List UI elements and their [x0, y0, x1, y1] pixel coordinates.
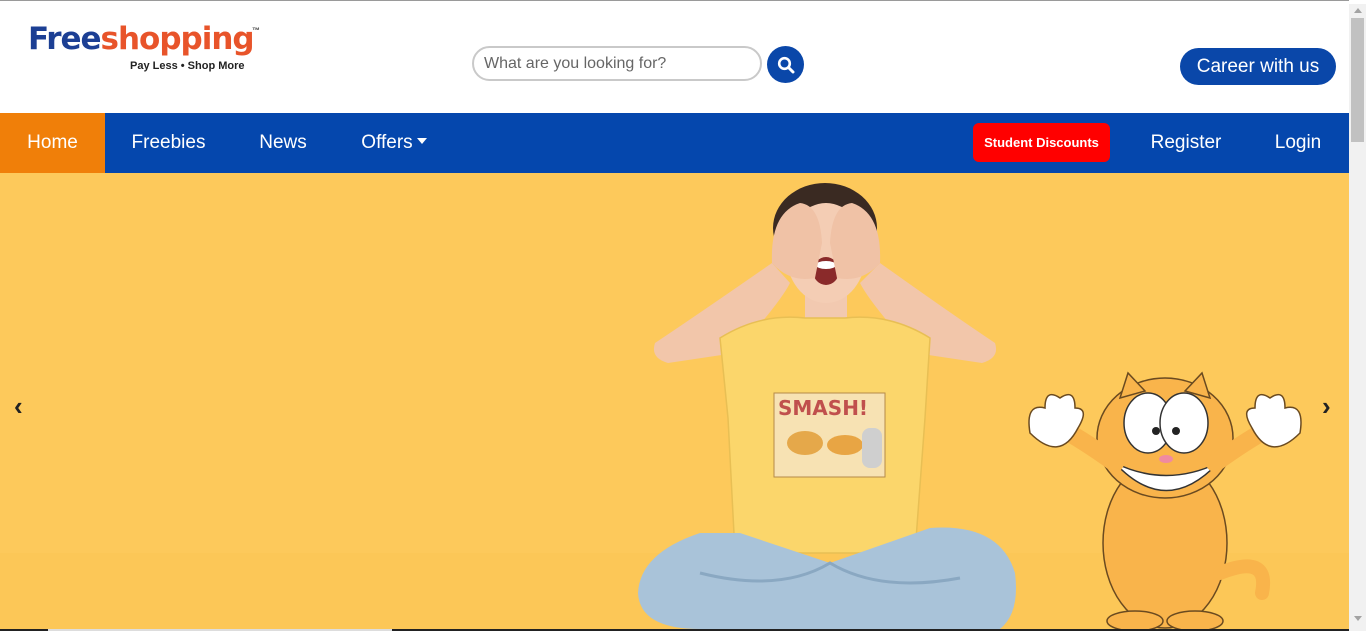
- hero-banner-image: SMASH!: [0, 183, 1349, 629]
- nav-login[interactable]: Login: [1258, 113, 1338, 173]
- search-bar: [472, 46, 804, 83]
- scroll-down-arrow-icon[interactable]: [1354, 616, 1362, 621]
- logo-trademark: ™: [252, 26, 260, 35]
- site-header: Freeshopping ™ Pay Less • Shop More Care…: [0, 4, 1349, 113]
- nav-register-label: Register: [1150, 132, 1222, 153]
- logo-wordmark: Freeshopping: [28, 22, 268, 56]
- search-button[interactable]: [767, 46, 804, 83]
- nav-home[interactable]: Home: [0, 113, 105, 173]
- career-button[interactable]: Career with us: [1180, 48, 1336, 85]
- nav-freebies[interactable]: Freebies: [105, 113, 232, 173]
- nav-news-label: News: [259, 132, 307, 153]
- caret-down-icon: [416, 137, 427, 144]
- scroll-up-arrow-icon[interactable]: [1354, 8, 1362, 13]
- nav-freebies-label: Freebies: [131, 132, 206, 153]
- student-discounts-button[interactable]: Student Discounts: [973, 123, 1110, 162]
- nav-home-label: Home: [27, 132, 78, 153]
- logo-word-shopping: shopping: [100, 21, 255, 57]
- shirt-print-text: SMASH!: [778, 396, 868, 420]
- hero-carousel: SMASH! ‹ ›: [0, 173, 1349, 629]
- scroll-thumb[interactable]: [1351, 18, 1364, 142]
- nav-offers-label: Offers: [361, 132, 413, 153]
- main-navigation: Home Freebies News Offers Student Discou…: [0, 113, 1349, 173]
- carousel-prev-button[interactable]: ‹: [14, 391, 23, 422]
- logo-tagline: Pay Less • Shop More: [130, 60, 245, 72]
- nav-news[interactable]: News: [232, 113, 334, 173]
- nav-offers-dropdown[interactable]: Offers: [334, 113, 454, 173]
- carousel-next-button[interactable]: ›: [1322, 391, 1331, 422]
- nav-register[interactable]: Register: [1130, 113, 1242, 173]
- nav-login-label: Login: [1274, 132, 1322, 153]
- page-scrollbar[interactable]: [1349, 4, 1366, 631]
- logo-word-free: Free: [28, 21, 102, 57]
- site-logo[interactable]: Freeshopping ™ Pay Less • Shop More: [28, 22, 268, 82]
- search-input[interactable]: [472, 46, 762, 81]
- search-icon: [777, 56, 794, 73]
